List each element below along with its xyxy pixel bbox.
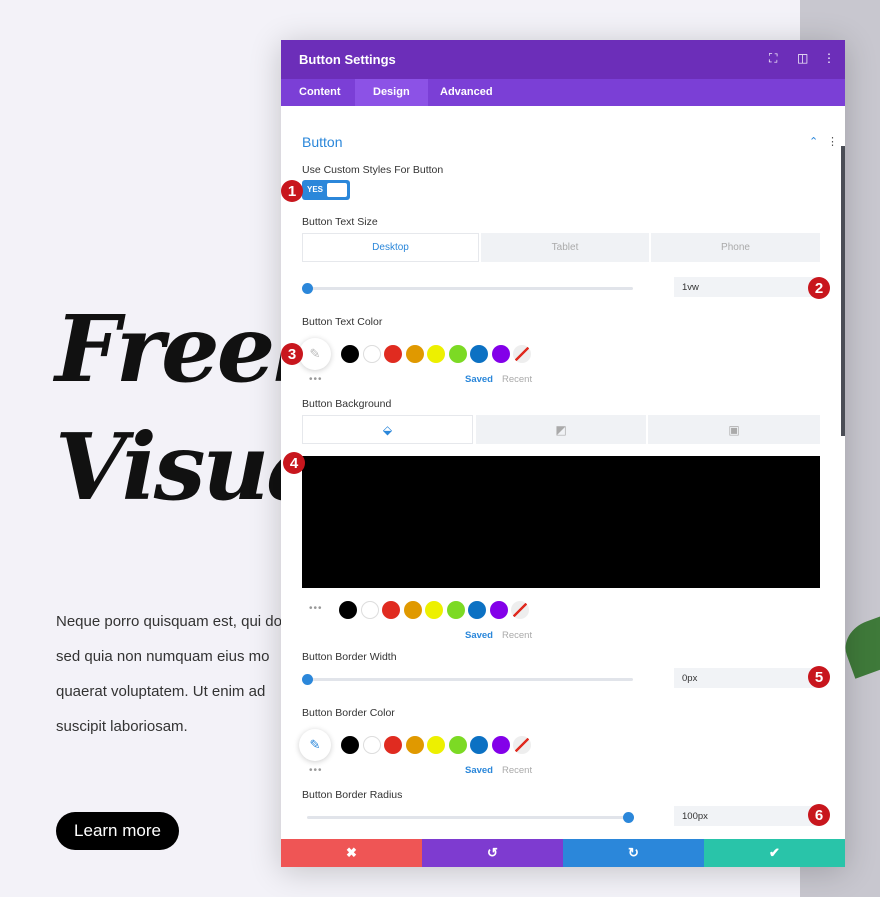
color-swatch[interactable] xyxy=(362,345,381,363)
color-swatch[interactable] xyxy=(341,345,359,363)
hero-paragraph: Neque porro quisquam est, qui do sed quia… xyxy=(56,613,282,735)
color-swatch[interactable] xyxy=(491,345,510,363)
more-colors-icon[interactable]: ••• xyxy=(309,765,323,776)
color-swatch[interactable] xyxy=(427,345,445,363)
color-swatch[interactable] xyxy=(425,601,443,619)
paint-bucket-icon: ⬙ xyxy=(382,422,393,437)
step-badge-3: 3 xyxy=(281,343,303,365)
color-swatch[interactable] xyxy=(427,736,445,754)
more-colors-icon[interactable]: ••• xyxy=(309,374,323,385)
color-swatch[interactable] xyxy=(384,736,402,754)
step-badge-1: 1 xyxy=(281,180,303,202)
split-view-icon[interactable]: ◫ xyxy=(797,51,808,65)
border-width-label: Button Border Width xyxy=(302,651,397,663)
tab-content[interactable]: Content xyxy=(281,79,359,106)
color-swatch[interactable] xyxy=(403,601,422,619)
recent-tab[interactable]: Recent xyxy=(502,765,532,776)
color-swatch[interactable] xyxy=(470,345,488,363)
color-swatch[interactable] xyxy=(360,601,379,619)
modal-header: Button Settings ⛶ ◫ ⋮ xyxy=(281,40,845,79)
color-swatch[interactable] xyxy=(489,601,508,619)
button-settings-modal: Button Settings ⛶ ◫ ⋮ Content Design Adv… xyxy=(281,40,845,867)
color-swatch[interactable] xyxy=(362,736,381,754)
color-swatch[interactable] xyxy=(446,601,465,619)
saved-tab[interactable]: Saved xyxy=(465,374,493,385)
section-menu-icon[interactable]: ⋮ xyxy=(827,135,838,148)
more-options-icon[interactable]: ⋮ xyxy=(823,51,835,65)
gradient-icon: ◩ xyxy=(555,422,567,437)
image-icon: ▣ xyxy=(728,422,740,437)
fullscreen-icon[interactable]: ⛶ xyxy=(769,51,777,66)
color-swatch[interactable] xyxy=(341,736,359,754)
border-radius-label: Button Border Radius xyxy=(302,789,403,801)
bg-image-tab[interactable]: ▣ xyxy=(648,415,820,444)
border-color-label: Button Border Color xyxy=(302,707,395,719)
no-color-swatch[interactable] xyxy=(511,601,529,619)
saved-tab[interactable]: Saved xyxy=(465,765,493,776)
background-label: Button Background xyxy=(302,398,392,410)
background-swatches xyxy=(339,601,529,619)
save-button[interactable]: ✔ xyxy=(704,839,845,867)
color-swatch[interactable] xyxy=(448,345,467,363)
tab-design[interactable]: Design xyxy=(355,79,428,106)
color-swatch[interactable] xyxy=(448,736,467,754)
more-colors-icon[interactable]: ••• xyxy=(309,603,323,614)
border-width-slider[interactable] xyxy=(302,674,633,685)
color-swatch[interactable] xyxy=(491,736,510,754)
modal-footer: ✖ ↺ ↻ ✔ xyxy=(281,839,845,867)
learn-more-button[interactable]: Learn more xyxy=(56,812,179,850)
bg-gradient-tab[interactable]: ◩ xyxy=(476,415,646,444)
step-badge-4: 4 xyxy=(283,452,305,474)
device-tab-phone[interactable]: Phone xyxy=(651,233,820,262)
color-swatch[interactable] xyxy=(339,601,357,619)
no-color-swatch[interactable] xyxy=(513,345,531,363)
step-badge-5: 5 xyxy=(808,666,830,688)
device-tab-desktop[interactable]: Desktop xyxy=(302,233,479,262)
recent-tab[interactable]: Recent xyxy=(502,374,532,385)
no-color-swatch[interactable] xyxy=(513,736,531,754)
color-swatch[interactable] xyxy=(470,736,488,754)
step-badge-2: 2 xyxy=(808,277,830,299)
custom-styles-label: Use Custom Styles For Button xyxy=(302,164,444,176)
modal-tabs: Content Design Advanced xyxy=(281,79,845,106)
text-color-swatches xyxy=(341,345,531,363)
color-swatch[interactable] xyxy=(468,601,486,619)
color-swatch[interactable] xyxy=(405,345,424,363)
border-color-swatches xyxy=(341,736,531,754)
text-color-label: Button Text Color xyxy=(302,316,383,328)
text-size-slider[interactable] xyxy=(302,283,633,294)
chevron-up-icon[interactable]: ⌃ xyxy=(809,135,818,148)
eyedropper-icon[interactable]: ✎ xyxy=(299,338,331,370)
section-title[interactable]: Button xyxy=(302,134,342,150)
color-swatch[interactable] xyxy=(382,601,400,619)
background-color-preview[interactable] xyxy=(302,456,820,588)
custom-styles-toggle[interactable]: YES xyxy=(302,180,350,200)
modal-title: Button Settings xyxy=(299,52,396,67)
border-radius-input[interactable]: 100px xyxy=(674,806,820,826)
redo-button[interactable]: ↻ xyxy=(563,839,704,867)
bg-color-tab[interactable]: ⬙ xyxy=(302,415,473,444)
text-size-label: Button Text Size xyxy=(302,216,378,228)
text-size-input[interactable]: 1vw xyxy=(674,277,820,297)
saved-tab[interactable]: Saved xyxy=(465,630,493,641)
undo-button[interactable]: ↺ xyxy=(422,839,563,867)
color-swatch[interactable] xyxy=(384,345,402,363)
recent-tab[interactable]: Recent xyxy=(502,630,532,641)
border-width-input[interactable]: 0px xyxy=(674,668,820,688)
eyedropper-icon[interactable]: ✎ xyxy=(299,729,331,761)
device-tab-tablet[interactable]: Tablet xyxy=(481,233,649,262)
tab-advanced[interactable]: Advanced xyxy=(422,79,511,106)
color-swatch[interactable] xyxy=(405,736,424,754)
border-radius-slider[interactable] xyxy=(307,812,634,823)
cancel-button[interactable]: ✖ xyxy=(281,839,422,867)
scrollbar[interactable] xyxy=(841,146,845,436)
step-badge-6: 6 xyxy=(808,804,830,826)
